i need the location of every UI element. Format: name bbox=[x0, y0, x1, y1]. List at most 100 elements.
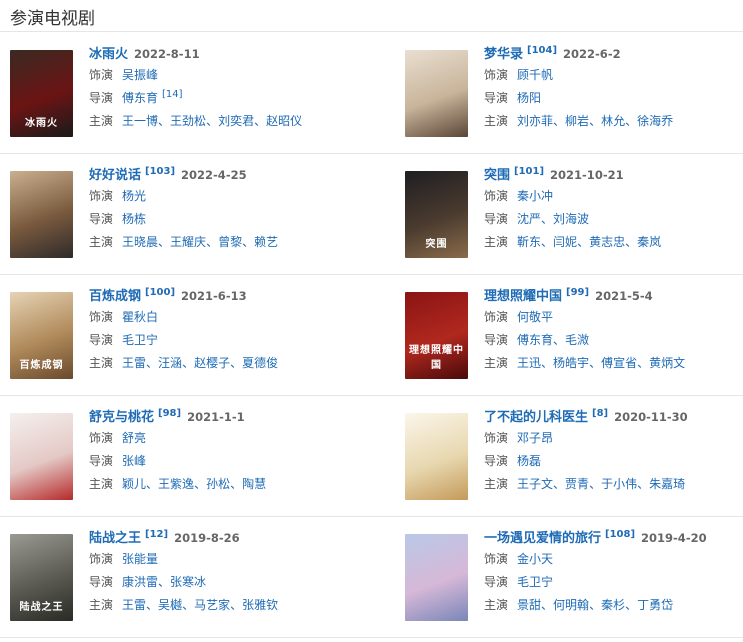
person-link[interactable]: 朱嘉琦 bbox=[649, 477, 685, 491]
poster-image[interactable]: 冰雨火 bbox=[10, 50, 73, 137]
person-link[interactable]: 贾青 bbox=[565, 477, 589, 491]
person-link[interactable]: 汪涵 bbox=[158, 356, 182, 370]
person-link[interactable]: 刘亦菲 bbox=[517, 114, 553, 128]
series-title-link[interactable]: 突围 bbox=[484, 168, 510, 183]
person-link[interactable]: 曾黎 bbox=[218, 235, 242, 249]
reference-link[interactable]: [101] bbox=[514, 166, 544, 177]
poster-image[interactable] bbox=[10, 171, 73, 258]
person-link[interactable]: 柳岩 bbox=[565, 114, 589, 128]
series-title-link[interactable]: 好好说话 bbox=[89, 168, 141, 183]
reference-link[interactable]: [100] bbox=[145, 287, 175, 298]
reference-link[interactable]: [8] bbox=[592, 408, 608, 419]
person-link[interactable]: 傅东育 bbox=[122, 91, 158, 105]
person-link[interactable]: 靳东 bbox=[517, 235, 541, 249]
person-link[interactable]: 赖艺 bbox=[254, 235, 278, 249]
person-link[interactable]: 赵樱子 bbox=[194, 356, 230, 370]
person-link[interactable]: 王劲松 bbox=[170, 114, 206, 128]
person-link[interactable]: 黄炳文 bbox=[649, 356, 685, 370]
meta-line: 主演 王雷、汪涵、赵樱子、夏德俊 bbox=[89, 352, 369, 375]
release-date: 2020-11-30 bbox=[614, 410, 688, 424]
person-link[interactable]: 丁勇岱 bbox=[637, 598, 673, 612]
meta-line: 主演 王子文、贾青、于小伟、朱嘉琦 bbox=[484, 473, 743, 496]
person-link[interactable]: 吴振峰 bbox=[122, 68, 158, 82]
series-title-link[interactable]: 梦华录 bbox=[484, 47, 523, 62]
person-link[interactable]: 傅宣省 bbox=[601, 356, 637, 370]
person-link[interactable]: 毛卫宁 bbox=[122, 333, 158, 347]
person-link[interactable]: 徐海乔 bbox=[637, 114, 673, 128]
person-link[interactable]: 于小伟 bbox=[601, 477, 637, 491]
person-link[interactable]: 秦小冲 bbox=[517, 189, 553, 203]
poster-image[interactable] bbox=[10, 413, 73, 500]
person-link[interactable]: 赵昭仪 bbox=[266, 114, 302, 128]
person-link[interactable]: 毛溦 bbox=[565, 333, 589, 347]
person-link[interactable]: 杨皓宇 bbox=[553, 356, 589, 370]
series-title-link[interactable]: 舒克与桃花 bbox=[89, 410, 154, 425]
person-link[interactable]: 王耀庆 bbox=[170, 235, 206, 249]
series-title-link[interactable]: 冰雨火 bbox=[89, 47, 128, 62]
reference-link[interactable]: [104] bbox=[527, 45, 557, 56]
person-link[interactable]: 杨磊 bbox=[517, 454, 541, 468]
reference-link[interactable]: [108] bbox=[605, 529, 635, 540]
person-link[interactable]: 杨光 bbox=[122, 189, 146, 203]
poster-image[interactable] bbox=[405, 50, 468, 137]
person-link[interactable]: 杨阳 bbox=[517, 91, 541, 105]
person-link[interactable]: 黄志忠 bbox=[589, 235, 625, 249]
person-link[interactable]: 林允 bbox=[601, 114, 625, 128]
card-info: 舒克与桃花 [98] 2021-1-1 饰演 舒亮 导演 张峰 主演 颖儿、王紫逸、孙松、陶慧 bbox=[89, 405, 369, 496]
series-title-link[interactable]: 一场遇见爱情的旅行 bbox=[484, 531, 601, 546]
person-link[interactable]: 闫妮 bbox=[553, 235, 577, 249]
person-link[interactable]: 王紫逸 bbox=[158, 477, 194, 491]
person-link[interactable]: 张峰 bbox=[122, 454, 146, 468]
series-title-link[interactable]: 了不起的儿科医生 bbox=[484, 410, 588, 425]
person-link[interactable]: 顾千帆 bbox=[517, 68, 553, 82]
series-title-link[interactable]: 百炼成钢 bbox=[89, 289, 141, 304]
person-link[interactable]: 沈严 bbox=[517, 212, 541, 226]
person-link[interactable]: 孙松 bbox=[206, 477, 230, 491]
person-link[interactable]: 刘海波 bbox=[553, 212, 589, 226]
reference-link[interactable]: [103] bbox=[145, 166, 175, 177]
person-link[interactable]: 康洪雷 bbox=[122, 575, 158, 589]
person-link[interactable]: 马艺家 bbox=[194, 598, 230, 612]
poster-image[interactable]: 突围 bbox=[405, 171, 468, 258]
reference-link[interactable]: [99] bbox=[566, 287, 589, 298]
person-link[interactable]: 颖儿 bbox=[122, 477, 146, 491]
person-link[interactable]: 王晓晨 bbox=[122, 235, 158, 249]
person-link[interactable]: 杨栋 bbox=[122, 212, 146, 226]
person-link[interactable]: 王迅 bbox=[517, 356, 541, 370]
person-link[interactable]: 金小天 bbox=[517, 552, 553, 566]
person-link[interactable]: 张雅钦 bbox=[242, 598, 278, 612]
person-link[interactable]: 王雷 bbox=[122, 356, 146, 370]
person-link[interactable]: 秦杉 bbox=[601, 598, 625, 612]
card-info: 百炼成钢 [100] 2021-6-13 饰演 瞿秋白 导演 毛卫宁 主演 王雷、汪涵、赵樱子、… bbox=[89, 284, 369, 375]
poster-image[interactable]: 陆战之王 bbox=[10, 534, 73, 621]
person-link[interactable]: 何明翰 bbox=[553, 598, 589, 612]
person-link[interactable]: 刘奕君 bbox=[218, 114, 254, 128]
poster-image[interactable] bbox=[405, 413, 468, 500]
person-link[interactable]: 陶慧 bbox=[242, 477, 266, 491]
person-link[interactable]: 王雷 bbox=[122, 598, 146, 612]
reference-link[interactable]: [98] bbox=[158, 408, 181, 419]
person-link[interactable]: 张寒冰 bbox=[170, 575, 206, 589]
person-link[interactable]: 瞿秋白 bbox=[122, 310, 158, 324]
reference-link[interactable]: [14] bbox=[162, 89, 183, 100]
person-link[interactable]: 张能量 bbox=[122, 552, 158, 566]
person-link[interactable]: 毛卫宁 bbox=[517, 575, 553, 589]
poster-image[interactable]: 理想照耀中国 bbox=[405, 292, 468, 379]
person-link[interactable]: 夏德俊 bbox=[242, 356, 278, 370]
person-link[interactable]: 何敬平 bbox=[517, 310, 553, 324]
person-link[interactable]: 邓子昂 bbox=[517, 431, 553, 445]
person-link[interactable]: 景甜 bbox=[517, 598, 541, 612]
series-title-link[interactable]: 理想照耀中国 bbox=[484, 289, 562, 304]
person-link[interactable]: 傅东育 bbox=[517, 333, 553, 347]
person-link[interactable]: 舒亮 bbox=[122, 431, 146, 445]
poster-image[interactable] bbox=[405, 534, 468, 621]
person-link[interactable]: 王一博 bbox=[122, 114, 158, 128]
card-info: 梦华录 [104] 2022-6-2 饰演 顾千帆 导演 杨阳 主演 刘亦菲、柳岩、林允、徐海乔 bbox=[484, 42, 743, 133]
reference-link[interactable]: [12] bbox=[145, 529, 168, 540]
person-link[interactable]: 王子文 bbox=[517, 477, 553, 491]
person-link[interactable]: 秦岚 bbox=[637, 235, 661, 249]
meta-line: 导演 张峰 bbox=[89, 450, 369, 473]
person-link[interactable]: 吴樾 bbox=[158, 598, 182, 612]
poster-image[interactable]: 百炼成钢 bbox=[10, 292, 73, 379]
series-title-link[interactable]: 陆战之王 bbox=[89, 531, 141, 546]
